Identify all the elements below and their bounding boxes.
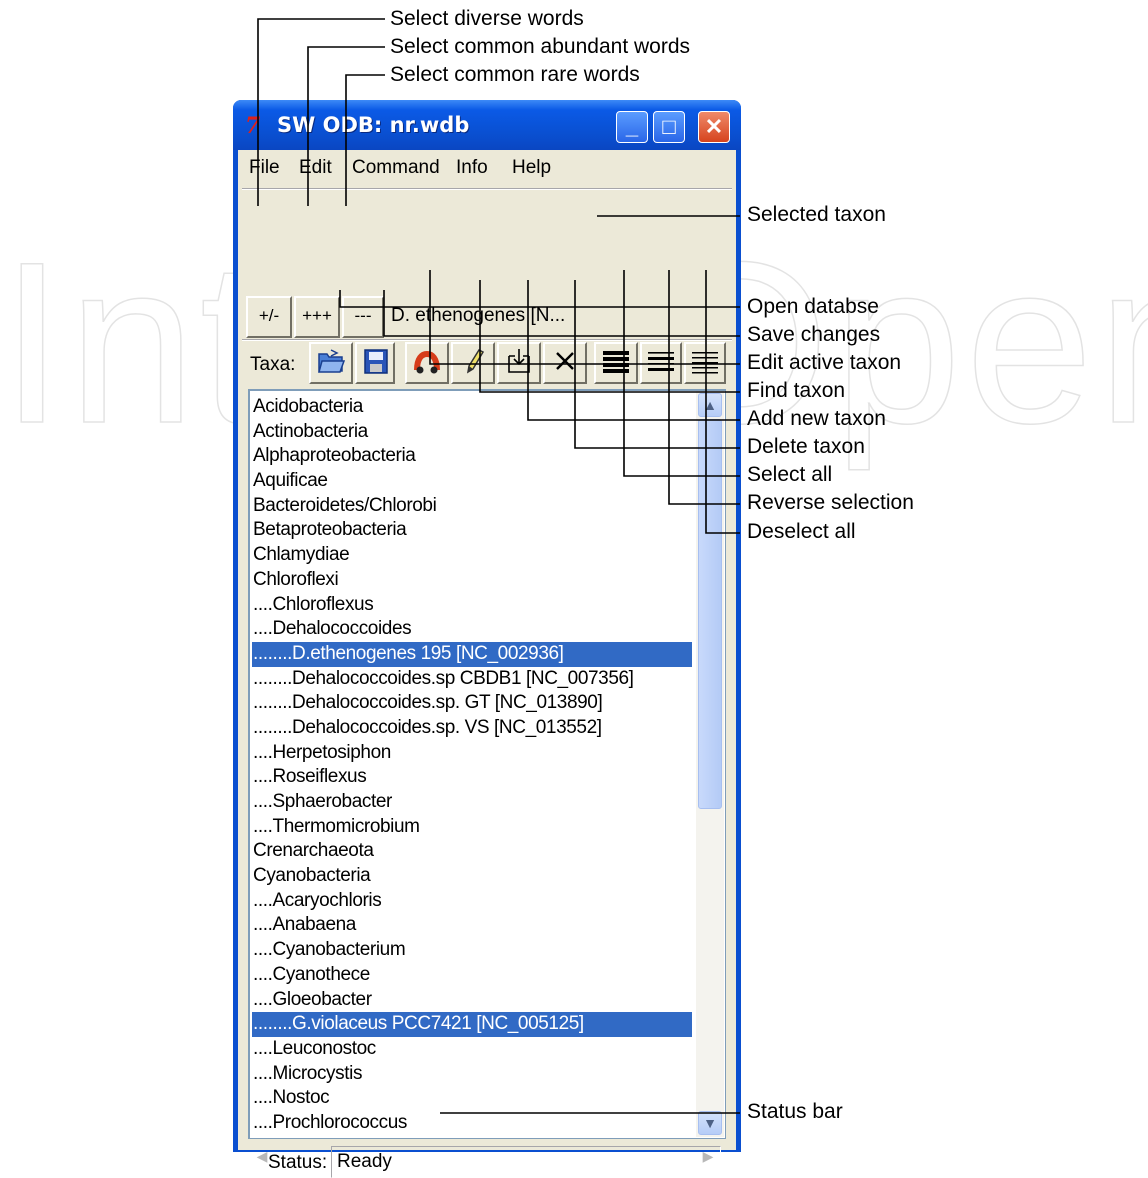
list-item[interactable]: ....Gloeobacter (252, 988, 692, 1013)
menu-help[interactable]: Help (512, 157, 551, 179)
callout-save-changes: Save changes (747, 323, 881, 346)
maximize-button[interactable]: □ (653, 111, 685, 143)
toolbar-separator (242, 339, 732, 341)
vertical-scroll-thumb[interactable] (698, 419, 722, 809)
list-item[interactable]: Alphaproteobacteria (252, 444, 692, 469)
callout-status-bar: Status bar (747, 1100, 843, 1123)
app-window: 7 SW ODB: nr.wdb _ □ ✕ File Edit Command… (233, 100, 741, 1178)
callout-add-taxon: Add new taxon (747, 407, 886, 430)
list-item[interactable]: Actinobacteria (252, 420, 692, 445)
maximize-icon: □ (662, 114, 676, 139)
list-item[interactable]: ........D.ethenogenes 195 [NC_002936] (252, 641, 692, 667)
select-all-button[interactable] (594, 342, 638, 384)
delete-x-icon (556, 352, 574, 370)
binoculars-icon (414, 350, 440, 374)
list-item[interactable]: ....Acaryochloris (252, 889, 692, 914)
list-item[interactable]: Acidobacteria (252, 395, 692, 420)
scroll-up-button[interactable]: ▲ (698, 393, 722, 417)
window-title: SW ODB: nr.wdb (277, 113, 470, 137)
reverse-selection-button[interactable] (640, 342, 682, 384)
list-item[interactable]: Chloroflexi (252, 568, 692, 593)
menu-command[interactable]: Command (352, 157, 440, 179)
list-item[interactable]: Bacteroidetes/Chlorobi (252, 494, 692, 519)
chevron-down-icon: ▼ (703, 1115, 717, 1131)
list-item[interactable]: ........Dehalococcoides.sp. VS [NC_01355… (252, 716, 692, 741)
list-item[interactable]: ....Dehalococcoides (252, 617, 692, 642)
save-disk-icon (364, 349, 388, 374)
list-item[interactable]: Cyanobacteria (252, 864, 692, 889)
menu-separator (242, 188, 732, 190)
callout-edit-active-taxon: Edit active taxon (747, 351, 902, 374)
minimize-button[interactable]: _ (616, 111, 648, 143)
list-item[interactable]: ....Sphaerobacter (252, 790, 692, 815)
close-button[interactable]: ✕ (698, 111, 730, 143)
list-item[interactable]: ....Herpetosiphon (252, 741, 692, 766)
list-item[interactable]: ....Leuconostoc (252, 1037, 692, 1062)
list-item[interactable]: ....Cyanothece (252, 963, 692, 988)
taxa-listbox[interactable]: Acidobacteria Actinobacteria Alphaproteoba… (248, 389, 726, 1139)
menu-edit[interactable]: Edit (299, 157, 332, 179)
add-taxon-button[interactable] (497, 342, 541, 384)
callout-select-rare: Select common rare words (390, 63, 640, 86)
list-item[interactable]: ....Roseiflexus (252, 765, 692, 790)
callout-reverse-selection: Reverse selection (747, 491, 914, 514)
edit-active-taxon-button[interactable] (451, 342, 495, 384)
chevron-left-icon: ◀ (256, 1148, 268, 1164)
select-all-lines-icon (603, 351, 629, 373)
list-item[interactable]: Chlamydiae (252, 543, 692, 568)
list-item[interactable]: ....Anabaena (252, 913, 692, 938)
menu-bar: File Edit Command Info Help (238, 150, 736, 186)
save-changes-button[interactable] (355, 342, 395, 384)
open-folder-icon (318, 349, 346, 373)
find-taxon-button[interactable] (405, 342, 449, 384)
vertical-scrollbar[interactable]: ▲ ▼ (696, 391, 724, 1137)
select-rare-button[interactable]: --- (342, 296, 384, 338)
pencil-icon (466, 349, 485, 374)
select-abundant-button[interactable]: +++ (294, 296, 340, 338)
deselect-all-lines-icon (692, 352, 718, 374)
add-box-icon (508, 349, 530, 373)
list-item[interactable]: Aquificae (252, 469, 692, 494)
callout-select-abundant: Select common abundant words (390, 35, 690, 58)
chevron-up-icon: ▲ (703, 397, 717, 413)
app-logo-icon: 7 (245, 113, 261, 139)
list-item[interactable]: ....Chloroflexus (252, 593, 692, 618)
callout-selected-taxon: Selected taxon (747, 203, 886, 226)
selected-taxon-display: D. ethenogenes [N... (391, 305, 566, 326)
list-item[interactable]: ........G.violaceus PCC7421 [NC_005125] (252, 1012, 692, 1037)
delete-taxon-button[interactable] (543, 342, 587, 384)
deselect-all-button[interactable] (684, 342, 726, 384)
reverse-selection-lines-icon (648, 352, 674, 371)
minimize-icon: _ (625, 114, 639, 139)
title-bar[interactable]: 7 SW ODB: nr.wdb _ □ ✕ (233, 100, 741, 150)
list-item[interactable]: ....Nostoc (252, 1086, 692, 1111)
status-label: Status: (268, 1152, 328, 1173)
list-item[interactable]: ....Microcystis (252, 1062, 692, 1087)
callout-select-diverse: Select diverse words (390, 7, 584, 30)
taxa-list: Acidobacteria Actinobacteria Alphaproteoba… (252, 395, 692, 1136)
menu-file[interactable]: File (249, 157, 280, 179)
window-client: File Edit Command Info Help +/- +++ --- … (238, 150, 736, 1178)
callout-delete-taxon: Delete taxon (747, 435, 865, 458)
list-item[interactable]: ........Dehalococcoides.sp CBDB1 [NC_007… (252, 667, 692, 692)
callout-select-all: Select all (747, 463, 833, 486)
callout-deselect-all: Deselect all (747, 520, 856, 543)
list-item[interactable]: ....Prochlorococcus (252, 1111, 692, 1136)
menu-info[interactable]: Info (456, 157, 488, 179)
list-item[interactable]: ....Cyanobacterium (252, 938, 692, 963)
list-item[interactable]: Betaproteobacteria (252, 518, 692, 543)
callout-find-taxon: Find taxon (747, 379, 846, 402)
close-icon: ✕ (704, 114, 724, 139)
scroll-down-button[interactable]: ▼ (698, 1111, 722, 1135)
select-diverse-button[interactable]: +/- (246, 296, 292, 338)
taxa-label: Taxa: (250, 354, 296, 375)
open-database-button[interactable] (309, 342, 353, 384)
list-item[interactable]: ........Dehalococcoides.sp. GT [NC_01389… (252, 691, 692, 716)
list-item[interactable]: Crenarchaeota (252, 839, 692, 864)
callout-open-database: Open databse (747, 295, 879, 318)
list-item[interactable]: ....Thermomicrobium (252, 815, 692, 840)
status-bar: Ready (331, 1146, 721, 1178)
